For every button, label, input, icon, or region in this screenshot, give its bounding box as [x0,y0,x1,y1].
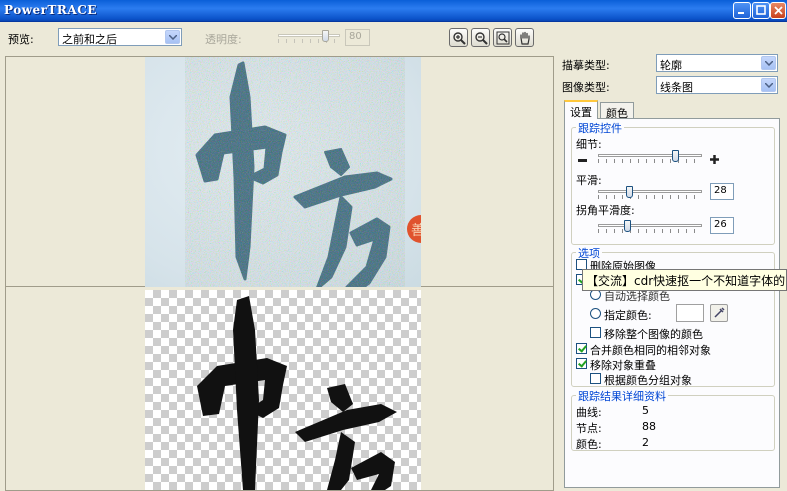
detail-slider[interactable] [598,150,702,164]
corner-smoothness-value[interactable]: 26 [710,217,734,234]
hand-icon [520,31,530,45]
remove-overlap-checkbox[interactable] [576,358,587,369]
maximize-button[interactable] [752,2,770,19]
nodes-label: 节点: [576,422,602,435]
original-calligraphy-image: 善 [185,57,435,295]
merge-adjacent-checkbox[interactable] [576,343,587,354]
remove-whole-image-color-checkbox[interactable] [590,327,601,338]
trace-type-value: 轮廓 [660,59,682,72]
original-image: 善 [145,57,435,295]
smoothing-slider-thumb[interactable] [626,186,633,198]
close-icon [774,6,783,15]
trace-results-group: 跟踪结果详细资料 曲线: 5 节点: 88 颜色: 2 [571,388,775,451]
title-bar: PowerTRACE [0,0,787,22]
chevron-down-icon [761,78,776,92]
trace-type-select[interactable]: 轮廓 [656,54,778,72]
remove-whole-image-color-label: 移除整个图像的颜色 [604,328,703,341]
chevron-down-icon [165,30,180,44]
zoom-out-icon [475,32,488,45]
transparency-label: 透明度: [205,33,242,46]
traced-calligraphy-result [197,296,397,490]
trace-controls-group: 跟踪控件 细节: 平滑: 28 拐角平滑度: 26 [571,120,775,245]
window-title: PowerTRACE [4,3,97,17]
remove-overlap-label: 移除对象重叠 [590,359,656,372]
image-type-select[interactable]: 线条图 [656,76,778,94]
colors-label: 颜色: [576,438,602,451]
settings-tab-body: 跟踪控件 细节: 平滑: 28 拐角平滑度: 26 选项 删除原始图像 自动选择… [564,118,780,488]
corner-smoothness-slider[interactable] [598,220,702,234]
image-type-value: 线条图 [660,81,693,94]
chevron-down-icon [761,56,776,70]
transparency-slider[interactable] [278,30,340,44]
nodes-value: 88 [642,420,656,433]
zoom-fit-button[interactable] [493,28,512,47]
eyedropper-button[interactable] [710,304,728,322]
transparency-value[interactable]: 80 [345,29,370,46]
before-pane: 善 [6,57,553,295]
maximize-icon [756,5,766,15]
trace-controls-title: 跟踪控件 [576,120,624,136]
stamp-text: 善 [411,223,421,239]
transparency-slider-thumb[interactable] [322,30,329,42]
tab-settings[interactable]: 设置 [564,100,598,119]
zoom-in-button[interactable] [449,28,468,47]
specify-color-label: 指定颜色: [604,309,652,322]
group-by-color-label: 根据颜色分组对象 [604,374,692,387]
smoothing-slider[interactable] [598,186,702,200]
preview-select-value: 之前和之后 [62,33,117,46]
image-type-label: 图像类型: [562,81,610,94]
traced-result-background [145,290,421,490]
eyedropper-icon [714,307,725,318]
detail-slider-thumb[interactable] [672,150,679,162]
zoom-in-icon [453,32,466,45]
corner-smoothness-label: 拐角平滑度: [576,204,635,217]
zoom-fit-icon [496,31,510,45]
toolbar: 预览: 之前和之后 透明度: 80 [0,22,787,52]
close-button[interactable] [770,2,786,19]
corner-smoothness-slider-thumb[interactable] [624,220,631,232]
tooltip: 【交流】cdr快速抠一个不知道字体的 [582,269,787,291]
curves-value: 5 [642,404,649,417]
minimize-button[interactable] [733,2,751,19]
preview-label: 预览: [8,33,34,46]
zoom-out-button[interactable] [471,28,490,47]
color-swatch[interactable] [676,304,704,322]
trace-type-label: 描摹类型: [562,59,610,72]
preview-area: 善 [5,56,554,491]
colors-value: 2 [642,436,649,449]
specify-color-radio[interactable] [590,308,601,319]
after-pane [6,290,553,490]
merge-adjacent-label: 合并颜色相同的相邻对象 [590,344,711,357]
minimize-icon [738,12,744,14]
tab-colors[interactable]: 颜色 [600,102,634,120]
curves-label: 曲线: [576,406,602,419]
group-by-color-checkbox[interactable] [590,373,601,384]
smoothing-value[interactable]: 28 [710,183,734,200]
trace-results-title: 跟踪结果详细资料 [576,388,668,404]
plus-icon [710,155,719,164]
preview-select[interactable]: 之前和之后 [58,28,182,46]
minus-icon [578,159,587,162]
pan-button[interactable] [515,28,534,47]
